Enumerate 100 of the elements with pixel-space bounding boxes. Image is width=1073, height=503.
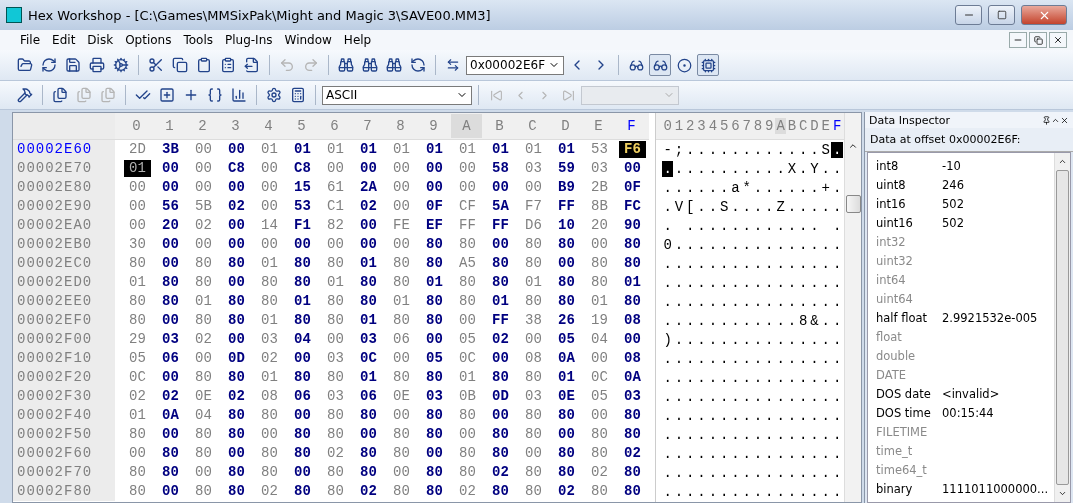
- hex-byte: 00: [326, 160, 345, 177]
- text-char: .: [707, 312, 719, 329]
- hex-byte: 80: [557, 464, 576, 481]
- hex-byte: 80: [359, 464, 378, 481]
- menu-item[interactable]: Help: [337, 33, 378, 47]
- toggle-button[interactable]: [697, 54, 719, 76]
- minimize-button[interactable]: [955, 5, 982, 25]
- hex-byte: 00: [557, 426, 576, 443]
- hex-byte: 00: [623, 331, 642, 348]
- hex-byte: 80: [326, 407, 345, 424]
- text-char: .: [741, 236, 752, 253]
- pin-icon[interactable]: [1042, 115, 1051, 125]
- redo-icon: [303, 57, 319, 73]
- hex-byte: 00: [161, 160, 180, 177]
- type-value: 2.9921532e-005: [942, 310, 1038, 325]
- hex-byte: 00: [293, 407, 312, 424]
- scrollbar[interactable]: [844, 113, 861, 502]
- hex-byte: C1: [326, 198, 345, 215]
- hex-byte: 2A: [359, 179, 378, 196]
- text-char: .: [752, 160, 764, 177]
- hex-byte: 01: [557, 141, 576, 158]
- text-char: .: [809, 217, 820, 234]
- text-char: .: [798, 350, 809, 367]
- encoding-combo[interactable]: ASCII: [322, 85, 472, 105]
- hex-byte: 80: [491, 255, 510, 272]
- hex-byte: 01: [128, 407, 147, 424]
- text-char: .: [673, 274, 685, 291]
- hex-byte: 05: [458, 331, 477, 348]
- type-label: int8: [876, 158, 900, 173]
- hex-byte: 80: [623, 464, 642, 481]
- text-char: .: [673, 236, 685, 253]
- text-char: .: [730, 198, 741, 215]
- hex-byte: 80: [557, 236, 576, 253]
- hex-byte: 01: [326, 274, 345, 291]
- text-char: .: [730, 141, 741, 158]
- hex-byte: 61: [326, 179, 345, 196]
- menu-item[interactable]: Options: [119, 33, 178, 47]
- hex-byte: 80: [623, 483, 642, 500]
- text-char: .: [786, 407, 798, 424]
- hex-byte: 80: [623, 236, 642, 253]
- text-char: .: [718, 369, 730, 386]
- hex-byte: 80: [227, 464, 246, 481]
- text-char: .: [809, 350, 820, 367]
- text-char: .: [764, 141, 775, 158]
- close-button[interactable]: [1049, 32, 1067, 48]
- text-char: .: [707, 426, 719, 443]
- scroll-thumb[interactable]: [845, 195, 861, 213]
- text-char: .: [718, 388, 730, 405]
- text-char: .: [730, 445, 741, 462]
- hex-byte: 80: [590, 445, 609, 462]
- hex-byte: D6: [524, 217, 543, 234]
- menu-item[interactable]: Disk: [81, 33, 120, 47]
- text-char: .: [809, 331, 820, 348]
- text-char: .: [730, 255, 741, 272]
- hex-byte: 00: [491, 350, 510, 367]
- menu-item[interactable]: Window: [278, 33, 338, 47]
- close-icon[interactable]: [1060, 115, 1069, 125]
- hex-byte: 00: [194, 350, 213, 367]
- address-combo[interactable]: 0x00002E6F: [466, 55, 564, 75]
- text-char: .: [809, 426, 820, 443]
- column-header: F: [831, 118, 843, 134]
- text-char: .: [831, 407, 843, 424]
- hex-byte: 80: [458, 274, 477, 291]
- text-char: .: [831, 179, 843, 196]
- text-char: .: [685, 388, 696, 405]
- maximize-button[interactable]: [988, 5, 1015, 25]
- hex-byte: 0E: [557, 388, 576, 405]
- text-char: .: [775, 445, 786, 462]
- toggle-button[interactable]: [649, 54, 671, 76]
- menu-item[interactable]: Plug-Ins: [219, 33, 279, 47]
- text-char: .: [820, 198, 831, 215]
- menu-item[interactable]: File: [14, 33, 47, 47]
- type-value: 246: [942, 177, 964, 192]
- text-char: .: [696, 331, 707, 348]
- scroll-thumb[interactable]: [1056, 170, 1069, 485]
- menu-item[interactable]: Edit: [46, 33, 82, 47]
- text-char: .: [786, 369, 798, 386]
- text-char: .: [741, 445, 752, 462]
- text-char: .: [798, 217, 809, 234]
- offset-cell: 00002EB0: [13, 235, 115, 254]
- minimize-button[interactable]: [1009, 32, 1027, 48]
- hex-byte: 00: [392, 350, 411, 367]
- hex-byte: 00: [128, 217, 147, 234]
- menu-item[interactable]: Tools: [177, 33, 219, 47]
- text-char: .: [798, 255, 809, 272]
- hex-byte: 80: [392, 445, 411, 462]
- hex-byte: 00: [161, 312, 180, 329]
- hex-byte: 80: [359, 445, 378, 462]
- hex-byte: 00: [326, 236, 345, 253]
- scrollbar[interactable]: [1054, 153, 1070, 502]
- text-char: .: [831, 141, 843, 158]
- text-char: .: [775, 426, 786, 443]
- hex-byte: 80: [557, 293, 576, 310]
- text-char: .: [831, 274, 843, 291]
- offset-cell: 00002F30: [13, 387, 115, 406]
- hex-byte: FF: [491, 312, 510, 329]
- hex-byte: 05: [425, 350, 444, 367]
- restore-button[interactable]: [1029, 32, 1047, 48]
- hex-byte: 00: [194, 464, 213, 481]
- hex-byte: B9: [557, 179, 576, 196]
